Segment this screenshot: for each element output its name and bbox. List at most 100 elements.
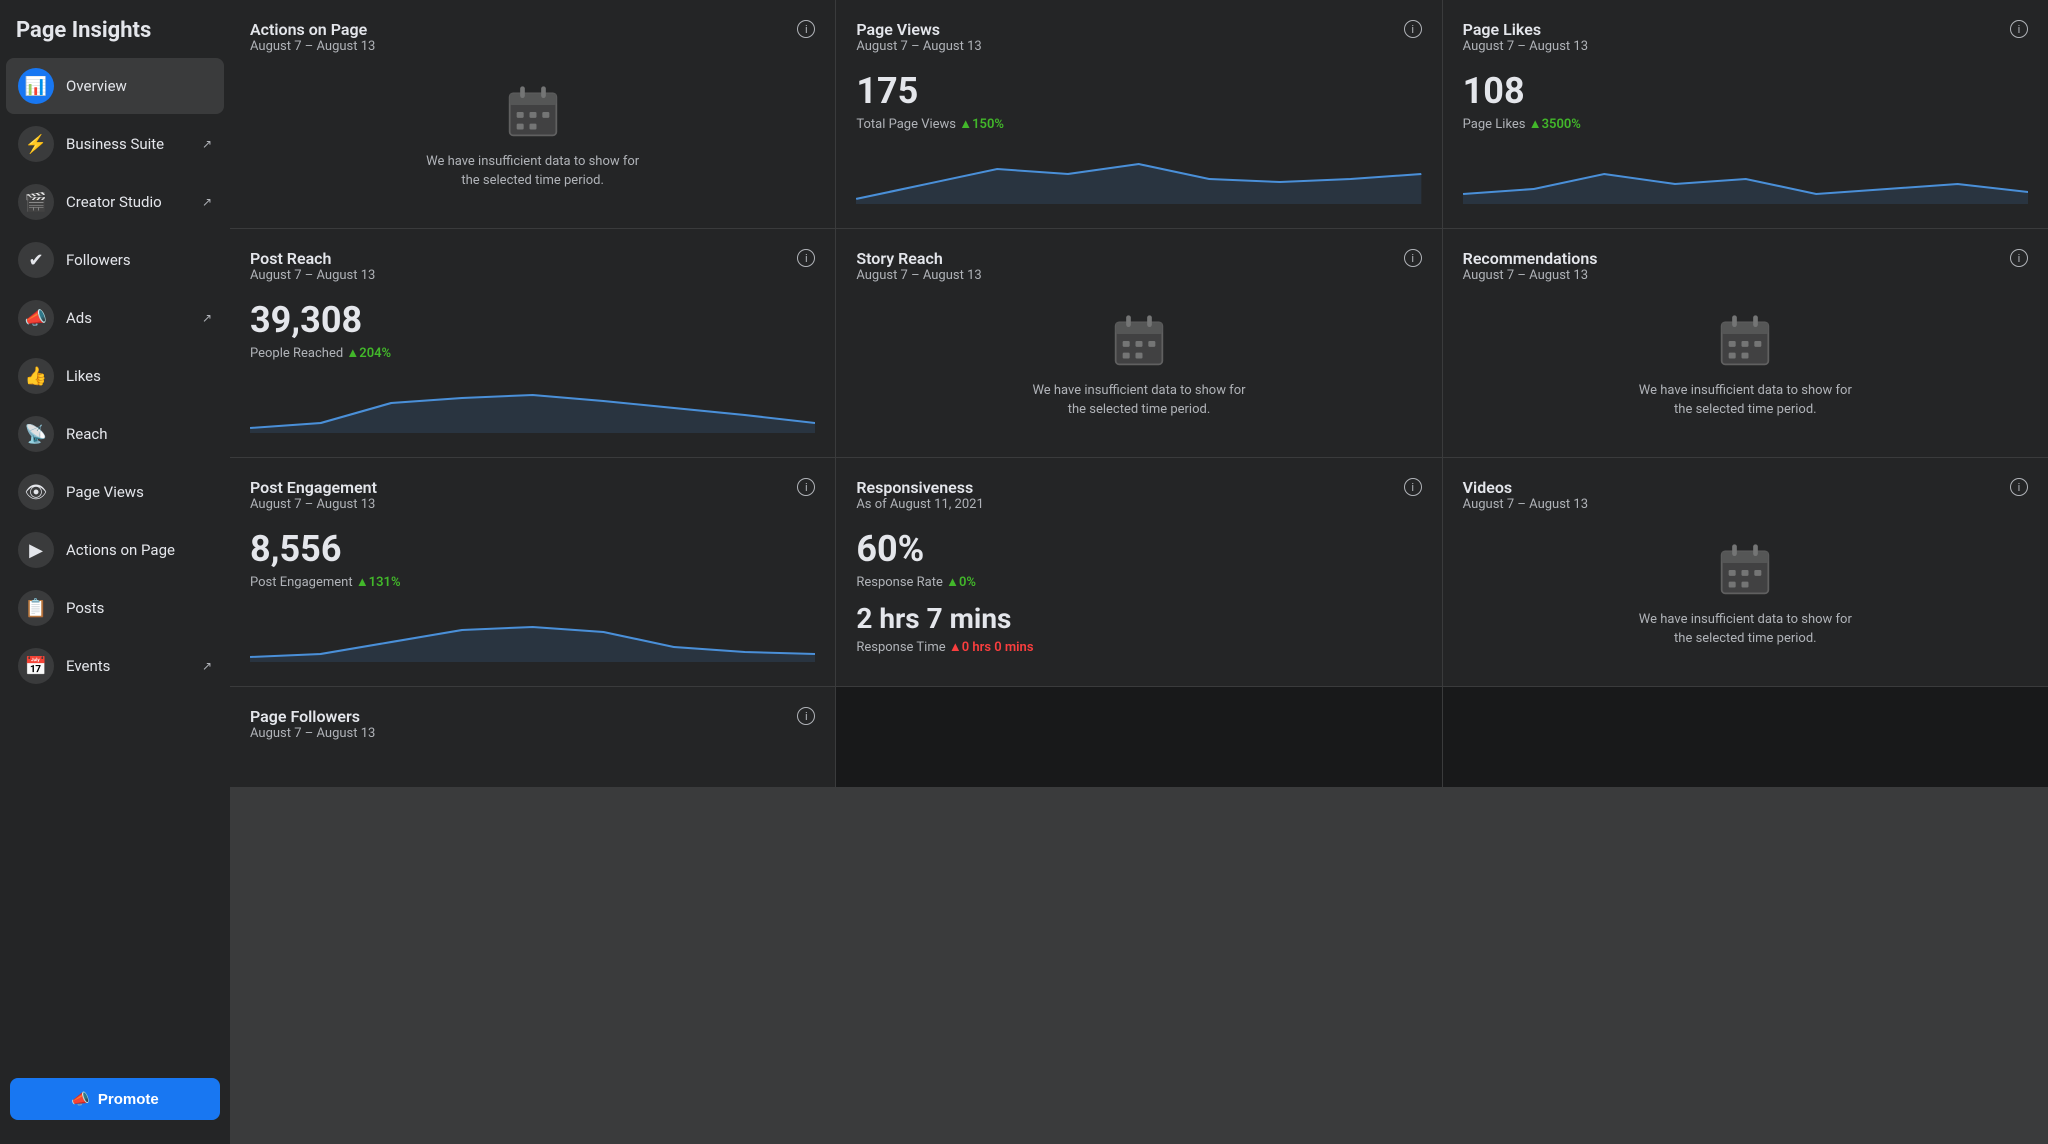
card-actions-info-icon[interactable]: i — [797, 20, 815, 38]
card-post-reach-header: Post Reach August 7 – August 13 i — [250, 249, 815, 295]
card-page-views-info-icon[interactable]: i — [1404, 20, 1422, 38]
card-page-followers-date: August 7 – August 13 — [250, 726, 375, 741]
sidebar-item-followers[interactable]: ✔ Followers — [6, 232, 224, 288]
sidebar-item-label-events: Events — [66, 657, 198, 675]
promote-button[interactable]: 📣 Promote — [10, 1078, 220, 1120]
card-page-likes-number: 108 — [1463, 70, 2028, 112]
sidebar-item-label-overview: Overview — [66, 77, 212, 95]
card-responsiveness-rate: 60% — [856, 528, 1421, 570]
card-page-likes-sub: Page Likes ▲3500% — [1463, 116, 2028, 132]
sidebar-item-posts[interactable]: 📋 Posts — [6, 580, 224, 636]
sidebar-item-actions-on-page[interactable]: ▶ Actions on Page — [6, 522, 224, 578]
external-icon-business-suite: ↗ — [202, 137, 212, 151]
card-page-views-title: Page Views — [856, 20, 981, 39]
card-videos-title: Videos — [1463, 478, 1588, 497]
card-page-followers-title-group: Page Followers August 7 – August 13 — [250, 707, 375, 753]
card-story-reach-title-group: Story Reach August 7 – August 13 — [856, 249, 981, 295]
posts-icon: 📋 — [18, 590, 54, 626]
calendar-icon-recommendations — [1717, 313, 1773, 369]
card-post-reach-date: August 7 – August 13 — [250, 268, 375, 283]
card-videos-date: August 7 – August 13 — [1463, 497, 1588, 512]
sidebar-item-label-followers: Followers — [66, 251, 212, 269]
card-responsiveness-date: As of August 11, 2021 — [856, 497, 983, 512]
creator-studio-icon: 🎬 — [18, 184, 54, 220]
card-page-likes-title: Page Likes — [1463, 20, 1588, 39]
card-actions-date: August 7 – August 13 — [250, 39, 375, 54]
card-recommendations-header: Recommendations August 7 – August 13 i — [1463, 249, 2028, 295]
card-post-engagement-chart — [250, 602, 815, 662]
card-page-views-title-group: Page Views August 7 – August 13 — [856, 20, 981, 66]
business-suite-icon: ⚡ — [18, 126, 54, 162]
card-page-likes-header: Page Likes August 7 – August 13 i — [1463, 20, 2028, 66]
card-page-views-chart — [856, 144, 1421, 204]
sidebar-item-label-reach: Reach — [66, 425, 212, 443]
sidebar-item-label-posts: Posts — [66, 599, 212, 617]
card-post-engagement-header: Post Engagement August 7 – August 13 i — [250, 478, 815, 524]
sidebar-item-ads[interactable]: 📣 Ads ↗ — [6, 290, 224, 346]
card-post-engagement-title-group: Post Engagement August 7 – August 13 — [250, 478, 377, 524]
card-post-reach-chart — [250, 373, 815, 433]
overview-icon: 📊 — [18, 68, 54, 104]
card-page-likes: Page Likes August 7 – August 13 i 108 Pa… — [1443, 0, 2048, 228]
promote-megaphone-icon: 📣 — [71, 1090, 90, 1108]
card-responsiveness-info-icon[interactable]: i — [1404, 478, 1422, 496]
card-videos-title-group: Videos August 7 – August 13 — [1463, 478, 1588, 524]
sidebar: Page Insights 📊 Overview ⚡ Business Suit… — [0, 0, 230, 1144]
sidebar-item-likes[interactable]: 👍 Likes — [6, 348, 224, 404]
card-post-reach-title-group: Post Reach August 7 – August 13 — [250, 249, 375, 295]
card-page-followers: Page Followers August 7 – August 13 i — [230, 687, 835, 787]
page-title: Page Insights — [0, 0, 230, 57]
card-page-followers-title: Page Followers — [250, 707, 375, 726]
card-story-reach-title: Story Reach — [856, 249, 981, 268]
sidebar-item-events[interactable]: 📅 Events ↗ — [6, 638, 224, 694]
post-reach-trend: ▲204% — [346, 346, 391, 361]
card-responsiveness-time: 2 hrs 7 mins — [856, 602, 1421, 635]
sidebar-item-label-creator-studio: Creator Studio — [66, 193, 198, 211]
card-page-likes-title-group: Page Likes August 7 – August 13 — [1463, 20, 1588, 66]
card-actions-title: Actions on Page — [250, 20, 375, 39]
card-recommendations-title: Recommendations — [1463, 249, 1598, 268]
post-engagement-trend: ▲131% — [356, 575, 401, 590]
card-page-likes-info-icon[interactable]: i — [2010, 20, 2028, 38]
card-recommendations-insufficient: We have insufficient data to show forthe… — [1463, 299, 2028, 433]
external-icon-ads: ↗ — [202, 311, 212, 325]
card-page-views-sub: Total Page Views ▲150% — [856, 116, 1421, 132]
card-recommendations-title-group: Recommendations August 7 – August 13 — [1463, 249, 1598, 295]
card-recommendations-info-icon[interactable]: i — [2010, 249, 2028, 267]
card-post-reach: Post Reach August 7 – August 13 i 39,308… — [230, 229, 835, 457]
external-icon-creator-studio: ↗ — [202, 195, 212, 209]
card-actions-header: Actions on Page August 7 – August 13 i — [250, 20, 815, 66]
card-page-views: Page Views August 7 – August 13 i 175 To… — [836, 0, 1441, 228]
card-actions-insufficient-text: We have insufficient data to show forthe… — [426, 152, 639, 191]
card-videos: Videos August 7 – August 13 i We have in… — [1443, 458, 2048, 686]
card-actions-title-group: Actions on Page August 7 – August 13 — [250, 20, 375, 66]
card-responsiveness-header: Responsiveness As of August 11, 2021 i — [856, 478, 1421, 524]
responsiveness-time-trend: ▲0 hrs 0 mins — [949, 640, 1034, 655]
card-story-reach-info-icon[interactable]: i — [1404, 249, 1422, 267]
card-page-views-number: 175 — [856, 70, 1421, 112]
card-post-engagement-number: 8,556 — [250, 528, 815, 570]
sidebar-item-business-suite[interactable]: ⚡ Business Suite ↗ — [6, 116, 224, 172]
calendar-icon-videos — [1717, 542, 1773, 598]
card-post-engagement: Post Engagement August 7 – August 13 i 8… — [230, 458, 835, 686]
card-page-followers-header: Page Followers August 7 – August 13 i — [250, 707, 815, 753]
sidebar-item-label-business-suite: Business Suite — [66, 135, 198, 153]
sidebar-item-page-views[interactable]: 👁 Page Views — [6, 464, 224, 520]
card-post-reach-number: 39,308 — [250, 299, 815, 341]
card-page-followers-info-icon[interactable]: i — [797, 707, 815, 725]
card-page-likes-chart — [1463, 144, 2028, 204]
card-page-likes-date: August 7 – August 13 — [1463, 39, 1588, 54]
card-videos-info-icon[interactable]: i — [2010, 478, 2028, 496]
sidebar-item-creator-studio[interactable]: 🎬 Creator Studio ↗ — [6, 174, 224, 230]
promote-label: Promote — [98, 1091, 159, 1108]
card-post-engagement-info-icon[interactable]: i — [797, 478, 815, 496]
card-post-engagement-title: Post Engagement — [250, 478, 377, 497]
sidebar-item-reach[interactable]: 📡 Reach — [6, 406, 224, 462]
sidebar-item-overview[interactable]: 📊 Overview — [6, 58, 224, 114]
ads-icon: 📣 — [18, 300, 54, 336]
actions-on-page-icon: ▶ — [18, 532, 54, 568]
card-responsiveness-time-sub: Response Time ▲0 hrs 0 mins — [856, 639, 1421, 655]
calendar-icon-story-reach — [1111, 313, 1167, 369]
card-videos-insufficient-text: We have insufficient data to show forthe… — [1639, 610, 1852, 649]
card-post-reach-info-icon[interactable]: i — [797, 249, 815, 267]
